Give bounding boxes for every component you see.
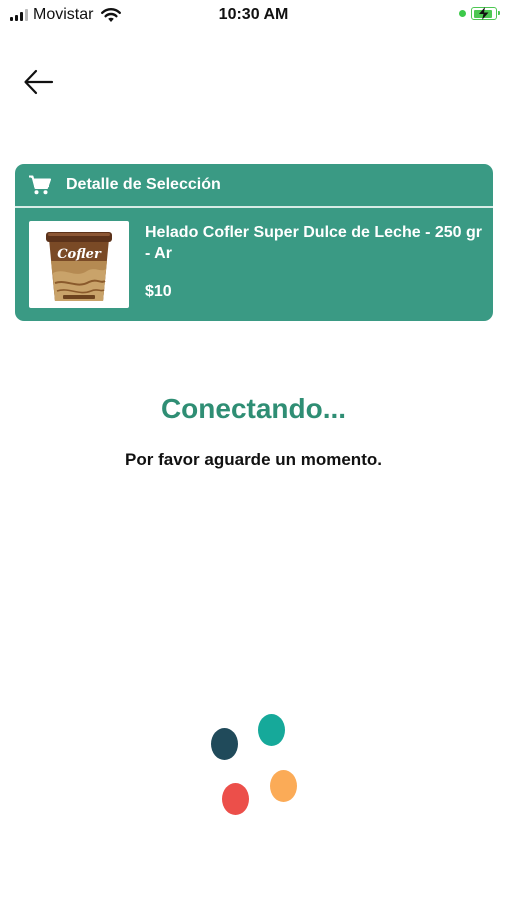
loading-dot — [258, 714, 285, 746]
connecting-title: Conectando... — [160, 393, 347, 424]
product-price: $10 — [145, 283, 172, 300]
status-bar-right — [459, 7, 500, 20]
loading-dot — [211, 728, 238, 760]
product-item: Cofler Helado Cofler Super Dulce de Lech… — [15, 208, 493, 321]
battery-charging-icon — [471, 7, 500, 20]
selection-title: Detalle de Selección — [66, 176, 221, 193]
product-name: Helado Cofler Super Dulce de Leche - 250… — [145, 224, 482, 262]
shopping-cart-icon — [29, 175, 51, 195]
status-time: 10:30 AM — [218, 6, 289, 23]
back-button[interactable] — [22, 66, 56, 100]
selection-card-header: Detalle de Selección — [15, 164, 493, 208]
product-image: Cofler — [29, 221, 129, 308]
loading-dot — [270, 770, 297, 802]
svg-text:Cofler: Cofler — [57, 247, 102, 262]
arrow-left-icon — [24, 69, 54, 95]
charging-indicator-icon — [459, 10, 466, 17]
connecting-subtitle: Por favor aguarde un momento. — [125, 450, 382, 469]
loading-dot — [222, 783, 249, 815]
status-bar: Movistar 10:30 AM — [0, 0, 507, 32]
selection-detail-card: Detalle de Selección Cofler Helado Cofle… — [15, 164, 493, 321]
